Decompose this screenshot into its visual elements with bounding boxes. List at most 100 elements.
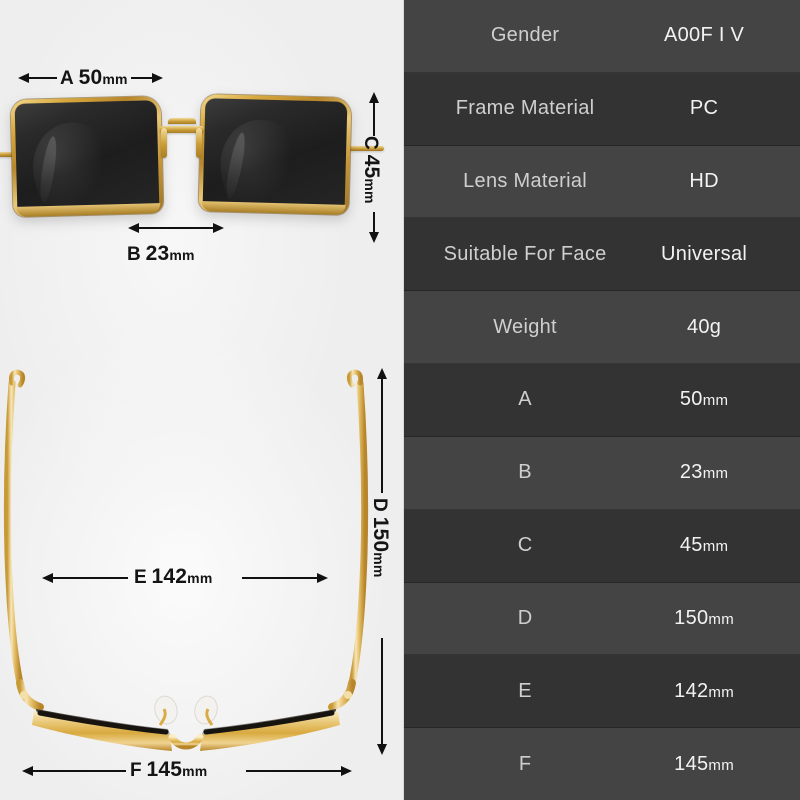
- spec-value: PC: [689, 97, 719, 120]
- dimension-b-line: [138, 227, 214, 229]
- sunglasses-diagram-panel: A 50mm B 23mm C 45mm D 150mm E 142mm F 1…: [0, 0, 404, 800]
- spec-value-number: 45: [679, 534, 703, 557]
- dimension-b-value: 23: [145, 242, 170, 265]
- spec-value-number: 145: [674, 752, 709, 775]
- spec-label: B: [518, 461, 532, 484]
- spec-label: A: [518, 388, 532, 411]
- table-row: F 145mm: [404, 728, 800, 800]
- spec-label: Lens Material: [463, 170, 588, 193]
- dimension-e-line-right: [242, 577, 318, 579]
- dimension-f-line-right: [246, 770, 342, 772]
- spec-value-number: 50: [679, 388, 703, 411]
- spec-value-unit: mm: [702, 538, 729, 556]
- table-row: Suitable For Face Universal: [404, 218, 800, 292]
- dimension-c-arrow-down: [369, 232, 379, 243]
- product-spec-page: A 50mm B 23mm C 45mm D 150mm E 142mm F 1…: [0, 0, 800, 800]
- dimension-a-line-left: [29, 77, 57, 79]
- spec-value-unit: mm: [708, 610, 735, 628]
- dimension-e-line-left: [52, 577, 128, 579]
- dimension-d-unit: mm: [371, 552, 387, 578]
- dimension-e-letter: E: [134, 567, 147, 588]
- dimension-a-label: A 50mm: [60, 67, 128, 88]
- dimension-c-line-top: [373, 102, 375, 136]
- table-row: Weight 40g: [404, 291, 800, 365]
- spec-label: Weight: [493, 315, 557, 338]
- spec-value-number: 150: [674, 606, 709, 629]
- spec-value-unit: mm: [702, 465, 729, 483]
- spec-value: 145mm: [630, 753, 778, 776]
- spec-value: 150mm: [630, 607, 778, 630]
- table-row: B 23mm: [404, 436, 800, 510]
- top-view-right-hinge-screw: [344, 691, 352, 699]
- dimension-b-unit: mm: [169, 247, 195, 263]
- table-row: D 150mm: [404, 582, 800, 656]
- nose-bridge-top-bar: [168, 118, 196, 124]
- dimension-e-value: 142: [151, 565, 188, 588]
- left-lens: [10, 96, 164, 217]
- specification-table: Gender A00F I V Frame Material PC Lens M…: [404, 0, 800, 800]
- dimension-b-letter: B: [127, 244, 141, 265]
- spec-value-number: 142: [674, 679, 709, 702]
- table-row: Lens Material HD: [404, 145, 800, 219]
- top-view-bridge: [168, 733, 204, 750]
- top-view-right-temple: [348, 379, 369, 687]
- dimension-c-label: C 45mm: [360, 136, 383, 204]
- dimension-f-value: 145: [146, 758, 183, 781]
- spec-value-unit: mm: [708, 683, 735, 701]
- spec-value: HD: [689, 170, 719, 193]
- spec-label: Gender: [490, 24, 560, 47]
- spec-label: F: [518, 752, 532, 775]
- dimension-a-line-right: [131, 77, 153, 79]
- dimension-e-arrow-right: [317, 573, 328, 583]
- spec-value-unit: mm: [702, 392, 729, 410]
- table-row: Gender A00F I V: [404, 0, 800, 73]
- nose-bridge-left-post: [161, 128, 167, 158]
- spec-label: D: [517, 606, 533, 629]
- right-lens-glass: [202, 98, 348, 211]
- spec-label: E: [518, 679, 532, 702]
- dimension-a-arrow-left: [18, 73, 29, 83]
- right-lens: [198, 94, 352, 215]
- dimension-d-letter: D: [369, 498, 390, 512]
- dimension-c-value: 45: [360, 154, 383, 179]
- spec-value-number: 23: [679, 461, 703, 484]
- sunglasses-front-view: [0, 88, 384, 228]
- table-row: Frame Material PC: [404, 72, 800, 146]
- left-lens-glass: [14, 100, 160, 213]
- spec-value: 23mm: [630, 461, 778, 484]
- dimension-b-arrow-right: [213, 223, 224, 233]
- spec-value-unit: mm: [708, 756, 735, 774]
- dimension-e-unit: mm: [187, 570, 213, 586]
- top-view-right-temple-tip: [346, 369, 363, 388]
- spec-value: 142mm: [630, 680, 778, 703]
- spec-value: 45mm: [630, 534, 778, 557]
- dimension-d-value: 150: [369, 516, 392, 553]
- spec-value: Universal: [661, 242, 748, 265]
- dimension-f-line-left: [32, 770, 126, 772]
- table-row: C 45mm: [404, 509, 800, 583]
- right-lens-highlight: [222, 131, 248, 200]
- left-lens-highlight: [36, 135, 59, 204]
- dimension-f-label: F 145mm: [130, 759, 207, 780]
- dimension-a-unit: mm: [102, 71, 128, 87]
- spec-value: 40g: [686, 315, 722, 338]
- table-row: E 142mm: [404, 655, 800, 729]
- dimension-c-unit: mm: [362, 178, 378, 204]
- dimension-d-label: D 150mm: [369, 498, 392, 578]
- dimension-b-label: B 23mm: [127, 243, 195, 264]
- spec-label: Suitable For Face: [443, 242, 607, 265]
- dimension-a-arrow-right: [152, 73, 163, 83]
- spec-value: A00F I V: [663, 24, 745, 47]
- spec-label: Frame Material: [455, 97, 595, 120]
- top-view-left-temple-tip: [9, 369, 26, 388]
- dimension-f-arrow-right: [341, 766, 352, 776]
- dimension-a-letter: A: [60, 68, 74, 89]
- spec-label: C: [517, 534, 533, 557]
- dimension-f-unit: mm: [182, 763, 208, 779]
- nose-bridge-right-post: [196, 128, 202, 158]
- dimension-d-line-top: [381, 378, 383, 493]
- top-view-left-temple: [3, 379, 24, 687]
- dimension-d-line-bottom: [381, 638, 383, 746]
- dimension-f-letter: F: [130, 760, 142, 781]
- dimension-c-letter: C: [360, 136, 381, 150]
